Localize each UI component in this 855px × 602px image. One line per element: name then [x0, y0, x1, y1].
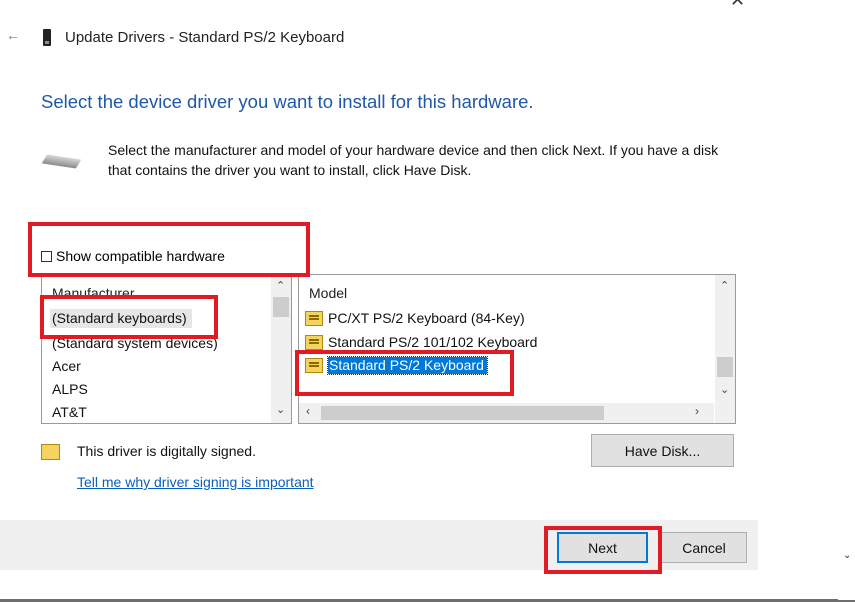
- signed-driver-icon: [41, 444, 60, 460]
- device-icon: [43, 29, 51, 46]
- scroll-down-icon[interactable]: ⌄: [843, 550, 851, 561]
- scroll-down-icon[interactable]: ⌄: [720, 383, 729, 396]
- page-heading: Select the device driver you want to ins…: [41, 91, 534, 112]
- model-horizontal-scrollbar[interactable]: ‹ ›: [299, 403, 714, 423]
- scroll-right-icon[interactable]: ›: [695, 404, 699, 418]
- manufacturer-item[interactable]: Acer: [52, 358, 81, 374]
- model-list[interactable]: Model PC/XT PS/2 Keyboard (84-Key) Stand…: [298, 274, 736, 424]
- scrollbar-thumb[interactable]: [321, 406, 604, 420]
- keyboard-icon: [41, 154, 82, 169]
- instructions-text: Select the manufacturer and model of you…: [108, 142, 719, 178]
- model-item[interactable]: Standard PS/2 101/102 Keyboard: [305, 334, 537, 350]
- cancel-button[interactable]: Cancel: [661, 532, 747, 563]
- highlight-box: [40, 295, 218, 339]
- highlight-box: [295, 350, 514, 396]
- driver-signing-link[interactable]: Tell me why driver signing is important: [77, 474, 314, 490]
- scroll-left-icon[interactable]: ‹: [306, 404, 310, 418]
- manufacturer-scrollbar[interactable]: ⌃ ⌄: [271, 275, 291, 423]
- scroll-down-icon[interactable]: ⌄: [276, 403, 285, 416]
- outer-scrollbar[interactable]: ⌄: [838, 0, 855, 600]
- scrollbar-corner: [715, 403, 735, 423]
- scroll-up-icon[interactable]: ⌃: [276, 279, 285, 292]
- have-disk-button[interactable]: Have Disk...: [591, 434, 734, 467]
- highlight-box: [544, 526, 662, 574]
- back-arrow-icon[interactable]: ←: [6, 27, 20, 43]
- manufacturer-item[interactable]: ALPS: [52, 381, 88, 397]
- model-item-label: PC/XT PS/2 Keyboard (84-Key): [328, 310, 525, 326]
- signed-text: This driver is digitally signed.: [77, 443, 256, 459]
- manufacturer-item[interactable]: AT&T: [52, 404, 87, 420]
- model-item[interactable]: PC/XT PS/2 Keyboard (84-Key): [305, 310, 525, 326]
- model-item-label: Standard PS/2 101/102 Keyboard: [328, 334, 538, 350]
- scrollbar-thumb[interactable]: [717, 357, 733, 377]
- driver-icon: [305, 334, 323, 350]
- highlight-box: [28, 222, 310, 277]
- scroll-up-icon[interactable]: ⌃: [720, 279, 729, 292]
- window-title: Update Drivers - Standard PS/2 Keyboard: [65, 29, 345, 46]
- driver-icon: [305, 310, 323, 326]
- scrollbar-thumb[interactable]: [273, 297, 289, 317]
- model-header: Model: [309, 285, 348, 301]
- model-vertical-scrollbar[interactable]: ⌃ ⌄: [715, 275, 735, 403]
- close-icon[interactable]: ✕: [730, 0, 745, 11]
